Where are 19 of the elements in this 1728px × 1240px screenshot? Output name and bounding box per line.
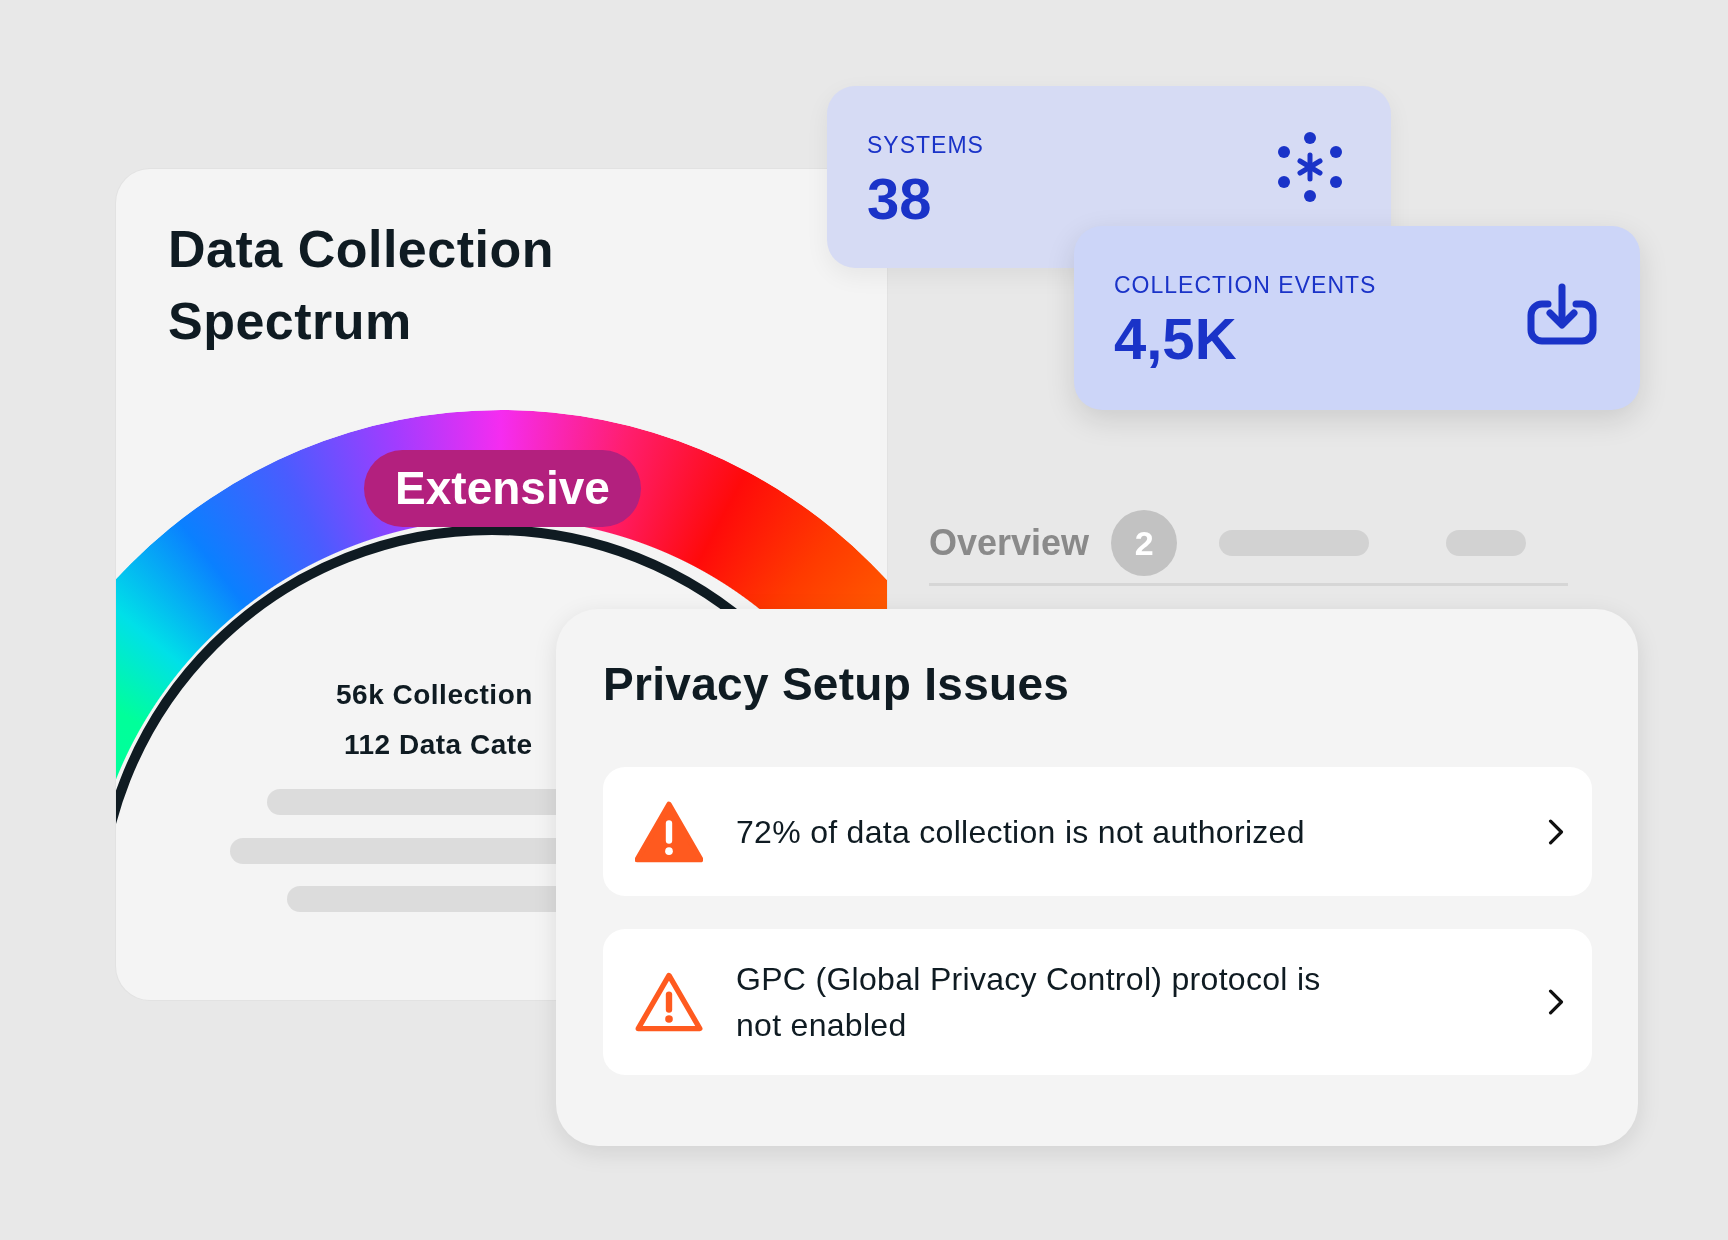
chevron-icon [1548, 818, 1564, 845]
stat-text: 56k Collection [336, 679, 533, 711]
issue-text: 72% of data collection is not authorized [736, 812, 1305, 852]
stat-value: 38 [867, 165, 933, 232]
issue-row[interactable]: GPC (Global Privacy Control) protocol is not enabled [603, 929, 1592, 1075]
stat-text: 112 Data Cate [343, 729, 533, 761]
level-badge: Extensive [364, 450, 641, 527]
warning-icon [635, 800, 703, 863]
stat-label: SYSTEMS [867, 132, 984, 159]
stat-label: COLLECTION EVENTS [1114, 272, 1377, 299]
stat-value: 4,5K [1114, 305, 1238, 372]
count-badge: 2 [1111, 510, 1178, 576]
issue-row[interactable]: 72% of data collection is not authorized [603, 767, 1592, 896]
card-title: Privacy Setup Issues [603, 657, 1071, 711]
card-title: Data Collection Spectrum [168, 219, 555, 352]
issue-text: GPC (Global Privacy Control) protocol is not enabled [736, 960, 1322, 1045]
nodes-icon [1275, 132, 1345, 202]
warning-icon [635, 971, 703, 1033]
chevron-icon [1548, 989, 1564, 1015]
